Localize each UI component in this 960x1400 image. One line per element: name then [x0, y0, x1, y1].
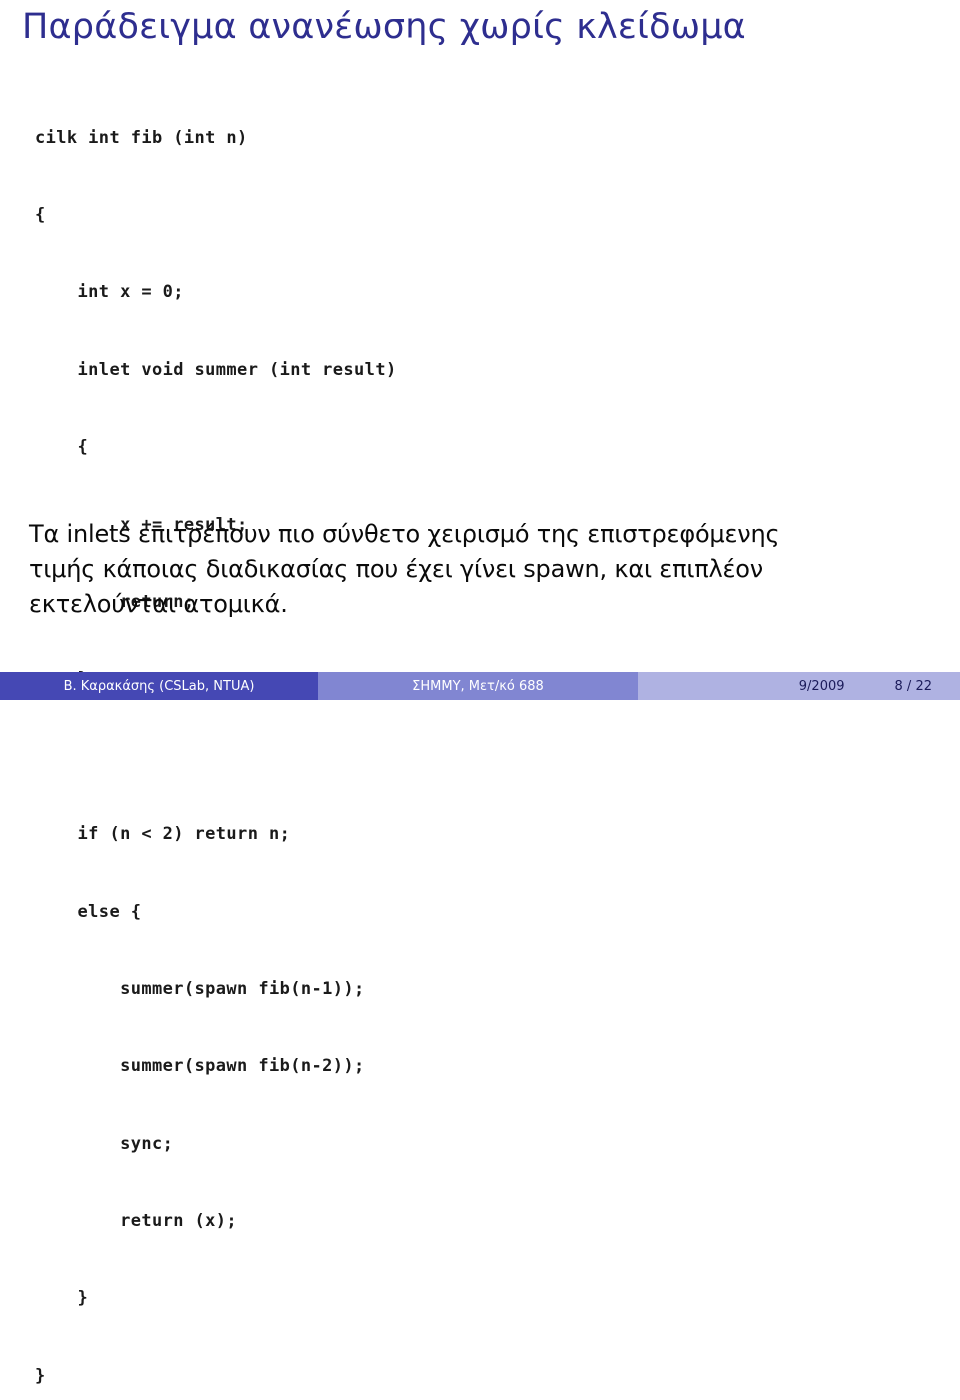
code-line: if (n < 2) return n; — [35, 824, 291, 845]
slide-footer: Β. Καρακάσης (CSLab, NTUA) ΣΗΜΜΥ, Μετ/κό… — [0, 672, 960, 700]
code-line: inlet void summer (int result) — [35, 359, 397, 380]
code-line: { — [35, 204, 46, 225]
page-title: Παράδειγμα ανανέωσης χωρίς κλείδωμα — [22, 7, 746, 47]
code-line: summer(spawn fib(n-1)); — [35, 978, 365, 999]
code-line: cilk int fib (int n) — [35, 127, 248, 148]
code-line: else { — [35, 901, 142, 922]
footer-author: Β. Καρακάσης (CSLab, NTUA) — [0, 672, 318, 700]
code-line: return (x); — [35, 1211, 238, 1232]
code-block: cilk int fib (int n) { int x = 0; inlet … — [35, 74, 397, 1400]
code-line: summer(spawn fib(n-2)); — [35, 1056, 365, 1077]
code-line: sync; — [35, 1133, 174, 1154]
body-line: τιμής κάποιας διαδικασίας που έχει γίνει… — [29, 555, 763, 583]
body-line: εκτελούνται ατομικά. — [29, 590, 288, 618]
footer-date: 9/2009 — [798, 678, 845, 694]
body-paragraph: Τα inlets επιτρέπουν πιο σύνθετο χειρισμ… — [29, 517, 929, 622]
footer-course: ΣΗΜΜΥ, Μετ/κό 688 — [318, 672, 638, 700]
body-line: Τα inlets επιτρέπουν πιο σύνθετο χειρισμ… — [29, 520, 780, 548]
code-line: int x = 0; — [35, 282, 184, 303]
footer-page-number: 8 / 22 — [894, 678, 932, 694]
footer-meta: 9/2009 8 / 22 — [638, 672, 960, 700]
code-line: { — [35, 437, 89, 458]
code-line: } — [35, 1288, 89, 1309]
slide-canvas: Παράδειγμα ανανέωσης χωρίς κλείδωμα cilk… — [0, 0, 960, 1386]
code-line: } — [35, 1365, 46, 1386]
